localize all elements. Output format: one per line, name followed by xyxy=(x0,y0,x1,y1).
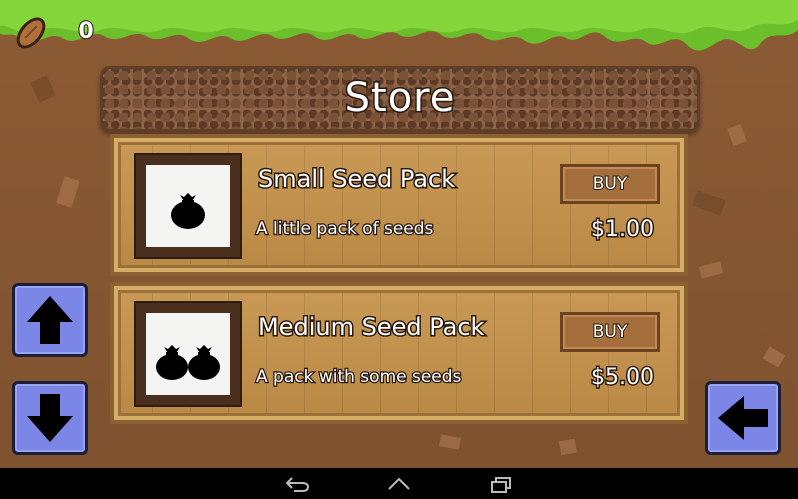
almond-seed-icon xyxy=(16,17,46,49)
buy-button[interactable]: BUY xyxy=(560,312,660,352)
back-button[interactable] xyxy=(705,381,781,455)
system-back-icon[interactable] xyxy=(284,475,312,493)
seed-bag-icon xyxy=(171,193,205,229)
scroll-up-button[interactable] xyxy=(12,283,88,357)
system-recents-icon[interactable] xyxy=(487,475,515,493)
two-seed-bags-icon xyxy=(156,345,220,380)
dirt-chip xyxy=(727,124,747,146)
item-price: $5.00 xyxy=(590,364,656,392)
arrow-left-icon xyxy=(718,396,768,440)
arrow-down-icon xyxy=(27,394,73,442)
item-description: A little pack of seeds xyxy=(255,218,435,241)
item-name: Small Seed Pack xyxy=(256,164,456,195)
item-description: A pack with some seeds xyxy=(255,366,463,389)
page-title: Store xyxy=(343,74,456,123)
buy-button[interactable]: BUY xyxy=(560,164,660,204)
dirt-chip xyxy=(698,261,724,279)
seed-count: 0 xyxy=(77,18,94,45)
dirt-chip xyxy=(439,434,461,450)
system-home-icon[interactable] xyxy=(385,475,413,493)
system-navigation-bar xyxy=(0,468,798,499)
arrow-up-icon xyxy=(27,296,73,344)
dirt-chip xyxy=(692,190,726,216)
item-name: Medium Seed Pack xyxy=(256,312,485,343)
item-icon-frame xyxy=(136,303,240,405)
scroll-down-button[interactable] xyxy=(12,381,88,455)
item-price: $1.00 xyxy=(590,216,656,244)
dirt-chip xyxy=(762,346,786,368)
game-screen: 0 Store Small Seed Pack A little pack of… xyxy=(0,0,798,468)
store-header: Store xyxy=(100,66,700,132)
item-icon-frame xyxy=(136,155,240,257)
store-item-medium-seed-pack: Medium Seed Pack A pack with some seeds … xyxy=(110,282,688,424)
dirt-chip xyxy=(558,438,578,456)
store-item-small-seed-pack: Small Seed Pack A little pack of seeds B… xyxy=(110,134,688,276)
dirt-chip xyxy=(56,176,80,208)
